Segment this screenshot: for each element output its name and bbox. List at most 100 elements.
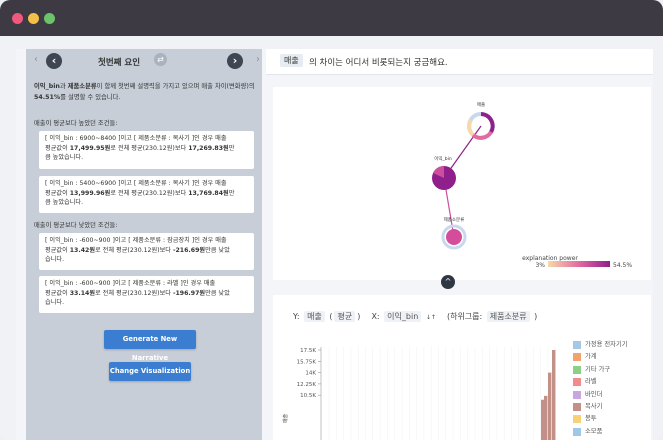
chevron-up-icon: ^ [444,277,452,286]
y-tick-label: 10.5K [300,393,316,399]
card-text: 만 [228,144,235,152]
card-line: [ 이익_bin : 6900~8400 ]이고 [ 제품소분류 : 복사기 ]… [45,134,248,144]
collapse-toggle-button[interactable]: ^ [441,275,455,289]
card-line: 습니다. [45,299,65,306]
node-label: 이익_bin [434,155,452,162]
y-tick-label: 12.25K [297,382,317,388]
card-diff: -196.97원 [172,289,206,297]
legend-swatch [573,378,581,387]
node-core [446,229,462,245]
card-text: 평균값이 [45,246,70,254]
factor-title: 첫번째 요인 [98,58,141,68]
legend-min: 3% [535,262,545,269]
condition-card: [ 이익_bin : -600~900 ]이고 [ 제품소분류 : 라벨 ]인 … [39,276,254,313]
card-condition: [ 이익_bin : -600~900 ]이고 [ 제품소분류 : 잠금장치 ]… [45,237,227,244]
y-tick-label: 15.75K [297,359,317,365]
legend-item[interactable]: 가계 [573,352,649,364]
chevron-right-icon: › [232,54,238,67]
window-titlebar [0,0,663,36]
card-diff: 17,269.83원 [188,144,229,152]
summary-text: 를 설명할 수 있습니다. [60,93,121,101]
legend-label: 라벨 [585,378,597,386]
card-line: [ 이익_bin : -600~900 ]이고 [ 제품소분류 : 잠금장치 ]… [45,236,248,246]
data-bar [552,350,556,440]
card-text: 로 전체 평균(230.12원)보다 [95,246,173,254]
data-bar [541,399,545,440]
node-sales[interactable]: 매출 [467,101,495,140]
chevron-left-icon: ‹ [51,54,57,67]
chart-panel: Y: 매출 (평균) X: 이익_bin ↓↑ (하위그룹: 제품소분류 ) 1… [273,295,651,440]
card-diff: 13,769.84원 [188,189,229,197]
legend-label: 봉투 [585,415,597,423]
prev-small-arrow-icon[interactable]: ‹ [34,54,38,65]
card-value: 13,999.96원 [69,189,111,197]
card-condition: [ 이익_bin : -600~900 ]이고 [ 제품소분류 : 라벨 ]인 … [45,280,216,287]
legend-label: 복사기 [585,402,603,410]
next-small-arrow-icon[interactable]: › [256,54,260,65]
legend-item[interactable]: 가정용 전자기기 [573,340,649,352]
narrative-panel: ‹ ‹ 첫번째 요인 ⇄ › › 이익_bin과 제품소분류이 함께 첫번째 설… [26,49,262,440]
card-text: 평균값이 [45,189,70,197]
question-bar: 매출 의 차이는 어디서 비롯되는지 궁금해요. [266,49,653,75]
card-text: 만큼 낮았 [205,289,230,297]
legend-label: 가정용 전자기기 [585,341,628,348]
card-text: 평균값이 [45,289,70,297]
card-diff: -216.69원 [172,246,206,254]
legend-label: 소모품 [585,427,603,435]
summary-text: 이 함께 첫번째 설명력을 가지고 있으며 매출 차이(변화량)의 [96,83,255,90]
card-value: 13.42원 [69,246,96,254]
legend-swatch [573,402,581,411]
card-line: 습니다. [45,256,65,263]
close-window-button[interactable] [12,13,23,24]
card-text: 로 전체 평균(230.12원)보다 [110,144,189,152]
card-value: 17,499.95원 [69,144,111,152]
node-subcategory[interactable]: 제품소분류 [441,216,467,250]
condition-card: [ 이익_bin : 6900~8400 ]이고 [ 제품소분류 : 복사기 ]… [39,131,254,169]
legend-item[interactable]: 봉투 [573,414,649,426]
power-color-scale [548,261,610,267]
legend-swatch [573,427,581,436]
next-factor-button[interactable]: › [227,53,243,69]
card-line: 큼 높았습니다. [45,154,84,161]
below-average-label: 매출이 평균보다 낮았던 조건들: [34,222,118,229]
refresh-icon[interactable]: ⇄ [154,53,167,66]
factor-summary: 이익_bin과 제품소분류이 함께 첫번째 설명력을 가지고 있으며 매출 차이… [34,82,256,103]
factor-graph-panel: 매출 이익_bin 제품소분류 explanation power 3% 54.… [273,87,651,280]
factor-graph: 매출 이익_bin 제품소분류 explanation power 3% 54.… [432,101,632,269]
legend-swatch [573,365,581,374]
legend-item[interactable]: 복사기 [573,402,649,414]
prev-factor-button[interactable]: ‹ [46,53,62,69]
maximize-window-button[interactable] [44,13,55,24]
legend-swatch [573,353,581,362]
summary-percent: 54.51% [34,93,61,101]
card-text: 로 전체 평균(230.12원)보다 [95,289,173,297]
card-text: 만큼 낮았 [205,246,230,254]
condition-card: [ 이익_bin : 5400~6900 ]이고 [ 제품소분류 : 복사기 ]… [39,176,254,213]
node-label: 매출 [477,101,485,108]
node-segment [467,118,475,137]
card-condition: [ 이익_bin : 6900~8400 ]이고 [ 제품소분류 : 복사기 ]… [45,135,227,142]
target-variable-chip[interactable]: 매출 [280,54,303,67]
app-window: ‹ ‹ 첫번째 요인 ⇄ › › 이익_bin과 제품소분류이 함께 첫번째 설… [0,0,663,440]
node-profit-bin[interactable]: 이익_bin [432,155,456,190]
y-tick-label: 17.5K [300,348,316,354]
legend-item[interactable]: 기타 가구 [573,365,649,377]
data-bar [548,372,552,440]
main-content: ‹ ‹ 첫번째 요인 ⇄ › › 이익_bin과 제품소분류이 함께 첫번째 설… [16,49,653,440]
condition-card: [ 이익_bin : -600~900 ]이고 [ 제품소분류 : 잠금장치 ]… [39,233,254,270]
card-line: 평균값이 13.42원로 전체 평균(230.12원)보다 -216.69원만큼… [45,246,248,256]
legend-title: explanation power [522,255,578,262]
summary-factor-b: 제품소분류 [67,83,97,90]
minimize-window-button[interactable] [28,13,39,24]
y-axis-title: 매출 [282,413,289,423]
card-text: 평균값이 [45,144,70,152]
card-condition: [ 이익_bin : 5400~6900 ]이고 [ 제품소분류 : 복사기 ]… [45,180,227,187]
legend-item[interactable]: 바인더 [573,390,649,402]
summary-text: 과 [59,83,68,90]
legend-item[interactable]: 소모품 [573,427,649,439]
legend-item[interactable]: 라벨 [573,377,649,389]
legend-label: 가계 [585,353,597,361]
y-tick-label: 14K [305,371,316,377]
change-visualization-button[interactable]: Change Visualization [109,362,191,381]
generate-narrative-button[interactable]: Generate New Narrative [104,330,196,362]
